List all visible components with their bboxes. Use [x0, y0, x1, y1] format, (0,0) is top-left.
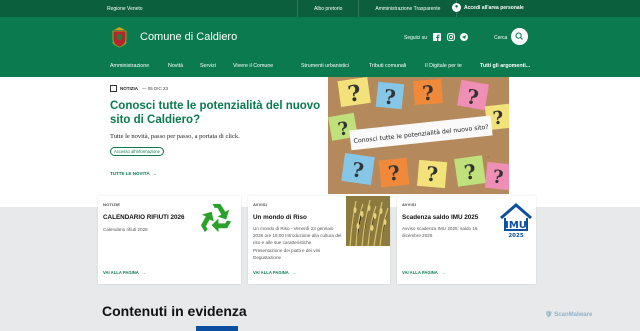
card-category: AVVISI	[253, 202, 268, 207]
site-header: Comune di Caldiero Seguici su Cerca	[0, 17, 640, 62]
arrow-right-icon: →	[152, 171, 158, 176]
topic-chip[interactable]: Accesso all'informazione	[110, 147, 164, 156]
imu-year: 2025	[508, 233, 523, 239]
main-nav: Amministrazione Novità Servizi Vivere il…	[0, 62, 640, 77]
svg-text:?: ?	[387, 160, 401, 185]
search-label: Cerca	[494, 35, 508, 41]
hero-news: NOTIZIA — 05 DIC 23 Conosci tutte le pot…	[110, 85, 325, 158]
nav-strumenti-urbanistici[interactable]: Strumenti urbanistici	[301, 63, 349, 69]
card-title[interactable]: CALENDARIO RIFIUTI 2026	[103, 214, 185, 221]
featured-section-title: Contenuti in evidenza	[102, 303, 247, 319]
svg-text:?: ?	[383, 84, 397, 109]
card-category: AVVISI	[402, 202, 417, 207]
news-badge: NOTIZIA — 05 DIC 23	[110, 85, 325, 92]
search-icon	[515, 32, 523, 40]
instagram-icon[interactable]	[447, 33, 455, 41]
card-title[interactable]: Scadenza saldo IMU 2025	[402, 214, 478, 221]
calendar-icon	[110, 85, 117, 92]
featured-card-top[interactable]	[196, 326, 238, 331]
all-news-label: TUTTE LE NOVITÀ	[110, 171, 150, 176]
nav-tributi-comunali[interactable]: Tributi comunali	[369, 63, 406, 69]
svg-text:?: ?	[492, 107, 505, 129]
login-button[interactable]: ● Accedi all'area personale	[452, 3, 524, 12]
nav-servizi[interactable]: Servizi	[200, 63, 216, 69]
card-text: Un mondo di Riso - Venerdì 23 gennaio 20…	[253, 226, 342, 260]
nav-novita[interactable]: Novità	[168, 63, 183, 69]
watermark-shield-icon: 🛡	[545, 312, 553, 318]
top-links: Albo pretorio Amministrazione Trasparent…	[297, 0, 458, 17]
rice-image	[346, 196, 390, 246]
arrow-right-icon: →	[440, 270, 446, 275]
card-more-link[interactable]: VAI ALLA PAGINA →	[253, 270, 296, 275]
card-un-mondo-di-riso[interactable]: AVVISI Un mondo di Riso Un mondo di Riso…	[248, 196, 390, 284]
hero-subtitle: Tutte le novità, passo per passo, a port…	[110, 133, 240, 140]
card-scadenza-imu[interactable]: AVVISI Scadenza saldo IMU 2025 Avviso sc…	[397, 196, 536, 284]
imu-label: IMU	[505, 220, 527, 231]
albo-pretorio-link[interactable]: Albo pretorio	[297, 0, 358, 17]
crest-icon[interactable]	[111, 26, 128, 48]
nav-amministrazione[interactable]: Amministrazione	[110, 63, 149, 69]
amministrazione-trasparente-link[interactable]: Amministrazione Trasparente	[358, 0, 458, 17]
card-title[interactable]: Un mondo di Riso	[253, 214, 307, 221]
login-label: Accedi all'area personale	[464, 4, 524, 11]
user-icon: ●	[452, 3, 461, 12]
news-category: NOTIZIA	[120, 86, 138, 91]
svg-text:?: ?	[425, 162, 439, 187]
telegram-icon[interactable]	[460, 33, 468, 41]
hero-image: ? ? ? ? ? ? ? ? ? ? ? Conosci tutte le p…	[328, 77, 509, 194]
facebook-icon[interactable]	[433, 33, 441, 41]
scanmalware-watermark: 🛡 ScanMalware	[545, 312, 593, 318]
card-text: Calendario rifiuti 2026	[103, 227, 148, 232]
svg-text:?: ?	[421, 81, 434, 106]
arrow-right-icon: →	[141, 270, 147, 275]
card-more-link[interactable]: VAI ALLA PAGINA →	[402, 270, 445, 275]
nav-vivere-il-comune[interactable]: Vivere il Comune	[233, 63, 273, 69]
news-date: — 05 DIC 23	[142, 86, 169, 91]
arrow-right-icon: →	[291, 270, 297, 275]
social-label: Seguici su	[404, 35, 428, 41]
search-button[interactable]	[511, 28, 528, 45]
all-news-link[interactable]: TUTTE LE NOVITÀ →	[110, 171, 157, 176]
recycle-icon	[200, 203, 232, 233]
site-title[interactable]: Comune di Caldiero	[140, 31, 237, 43]
card-text: Avviso scadenza IMU 2025: saldo 16 dicem…	[402, 226, 478, 239]
nav-il-digitale-per-te[interactable]: Il Digitale per te	[425, 63, 462, 69]
hero-title[interactable]: Conosci tutte le potenzialità del nuovo …	[110, 99, 325, 127]
imu-house-icon: IMU 2025	[500, 203, 532, 239]
card-category: NOTIZIE	[103, 202, 121, 207]
card-calendario-rifiuti[interactable]: NOTIZIE CALENDARIO RIFIUTI 2026 Calendar…	[98, 196, 241, 284]
region-link[interactable]: Regione Veneto	[107, 6, 143, 12]
svg-text:?: ?	[492, 167, 505, 189]
top-bar: Regione Veneto Albo pretorio Amministraz…	[0, 0, 640, 17]
card-more-link[interactable]: VAI ALLA PAGINA →	[103, 270, 146, 275]
nav-tutti-gli-argomenti[interactable]: Tutti gli argomenti...	[480, 63, 530, 69]
